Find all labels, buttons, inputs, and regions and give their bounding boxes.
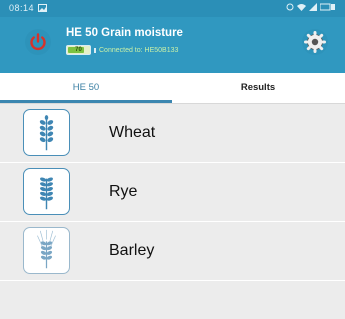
wheat-icon [23, 109, 70, 156]
list-item-rye[interactable]: Rye [0, 163, 345, 222]
connection-row: 70 Connected to: HE50B133 [66, 45, 178, 55]
connection-status: Connected to: HE50B133 [99, 46, 179, 54]
tab-he50[interactable]: HE 50 [0, 73, 172, 103]
grain-label-wheat: Wheat [109, 124, 156, 141]
wifi-icon [297, 4, 306, 11]
grain-label-barley: Barley [109, 242, 155, 259]
status-time: 08:14 [9, 3, 35, 13]
app-header: HE 50 Grain moisture 70 Connected to: HE… [0, 17, 345, 73]
alarm-icon [286, 3, 294, 11]
battery-cap [94, 47, 96, 53]
grain-label-rye: Rye [109, 183, 138, 200]
status-bar: 08:14 [0, 0, 345, 17]
list-item-partial [0, 281, 345, 319]
active-tab-indicator [0, 100, 172, 103]
device-battery-indicator: 70 [66, 45, 91, 55]
list-item-barley[interactable]: Barley [0, 222, 345, 281]
tab-bar: HE 50 Results [0, 73, 345, 104]
power-icon[interactable] [23, 27, 53, 57]
battery-status-icon [320, 3, 335, 11]
status-icons [286, 3, 336, 11]
battery-level: 70 [75, 47, 82, 53]
settings-gear-icon[interactable] [300, 27, 330, 57]
app-title: HE 50 Grain moisture [66, 27, 183, 39]
list-item-wheat[interactable]: Wheat [0, 104, 345, 163]
rye-icon [23, 168, 70, 215]
signal-icon [309, 3, 317, 11]
image-notification-icon [38, 4, 47, 12]
tab-results[interactable]: Results [172, 73, 344, 103]
barley-icon [23, 227, 70, 274]
